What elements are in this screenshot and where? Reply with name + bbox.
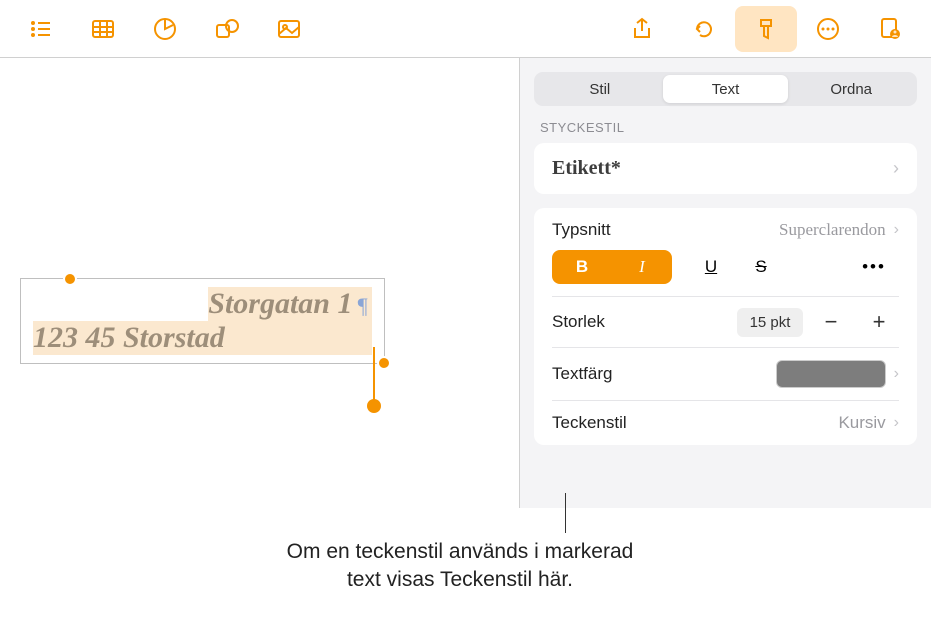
chevron-right-icon: › bbox=[894, 414, 899, 432]
style-buttons: B I U S ••• bbox=[534, 250, 917, 296]
tab-ordna[interactable]: Ordna bbox=[788, 75, 914, 103]
chevron-right-icon: › bbox=[894, 365, 899, 383]
list-button[interactable] bbox=[10, 6, 72, 52]
inspector-tabs: Stil Text Ordna bbox=[534, 72, 917, 106]
canvas[interactable]: Storgatan 1¶ 123 45 Storstad bbox=[0, 58, 519, 508]
chevron-right-icon: › bbox=[894, 221, 899, 239]
media-button[interactable] bbox=[258, 6, 320, 52]
etikett-label: Etikett* bbox=[552, 157, 621, 180]
resize-handle-bottom-right[interactable] bbox=[377, 356, 391, 370]
pilcrow-icon: ¶ bbox=[356, 293, 368, 318]
storlek-increase[interactable]: + bbox=[859, 307, 899, 337]
storlek-value[interactable]: 15 pkt bbox=[737, 308, 803, 337]
storlek-row: Storlek 15 pkt − + bbox=[534, 297, 917, 347]
chevron-right-icon: › bbox=[893, 158, 899, 179]
text-line-2: 123 45 Storstad bbox=[33, 321, 372, 355]
text-cursor bbox=[373, 347, 375, 405]
teckenstil-row[interactable]: Teckenstil Kursiv › bbox=[534, 401, 917, 445]
italic-button[interactable]: I bbox=[612, 250, 672, 284]
format-button[interactable] bbox=[735, 6, 797, 52]
storlek-label: Storlek bbox=[552, 312, 605, 332]
resize-handle-top-left[interactable] bbox=[63, 272, 77, 286]
etikett-card: Etikett* › bbox=[534, 143, 917, 194]
underline-button[interactable]: U bbox=[686, 250, 736, 284]
chart-button[interactable] bbox=[134, 6, 196, 52]
storlek-decrease[interactable]: − bbox=[811, 307, 851, 337]
collaboration-button[interactable] bbox=[859, 6, 921, 52]
callout-text: Om en teckenstil används i markerad text… bbox=[100, 538, 820, 595]
shape-button[interactable] bbox=[196, 6, 258, 52]
more-button[interactable] bbox=[797, 6, 859, 52]
undo-button[interactable] bbox=[673, 6, 735, 52]
tab-text[interactable]: Text bbox=[663, 75, 789, 103]
more-styles-button[interactable]: ••• bbox=[849, 250, 899, 284]
etikett-row[interactable]: Etikett* › bbox=[534, 143, 917, 194]
tab-stil[interactable]: Stil bbox=[537, 75, 663, 103]
teckenstil-value: Kursiv bbox=[838, 413, 885, 433]
section-label-styckestil: STYCKESTIL bbox=[540, 120, 911, 135]
typsnitt-row[interactable]: Typsnitt Superclarendon › bbox=[534, 208, 917, 250]
selected-text-box[interactable]: Storgatan 1¶ 123 45 Storstad bbox=[20, 278, 385, 364]
text-properties-card: Typsnitt Superclarendon › B I U S ••• bbox=[534, 208, 917, 445]
toolbar bbox=[0, 0, 931, 58]
table-button[interactable] bbox=[72, 6, 134, 52]
strikethrough-button[interactable]: S bbox=[736, 250, 786, 284]
share-button[interactable] bbox=[611, 6, 673, 52]
bold-button[interactable]: B bbox=[552, 250, 612, 284]
typsnitt-value: Superclarendon bbox=[779, 220, 886, 240]
text-line-1: Storgatan 1¶ bbox=[208, 287, 372, 321]
typsnitt-label: Typsnitt bbox=[552, 220, 611, 240]
color-swatch[interactable] bbox=[776, 360, 886, 388]
callout-line bbox=[565, 493, 566, 533]
textfarg-label: Textfärg bbox=[552, 364, 612, 384]
teckenstil-label: Teckenstil bbox=[552, 413, 627, 433]
text-cursor-handle[interactable] bbox=[367, 399, 381, 413]
inspector-panel: Stil Text Ordna STYCKESTIL Etikett* › Ty… bbox=[519, 58, 931, 508]
main-area: Storgatan 1¶ 123 45 Storstad Stil Text O… bbox=[0, 58, 931, 508]
textfarg-row[interactable]: Textfärg › bbox=[534, 348, 917, 400]
